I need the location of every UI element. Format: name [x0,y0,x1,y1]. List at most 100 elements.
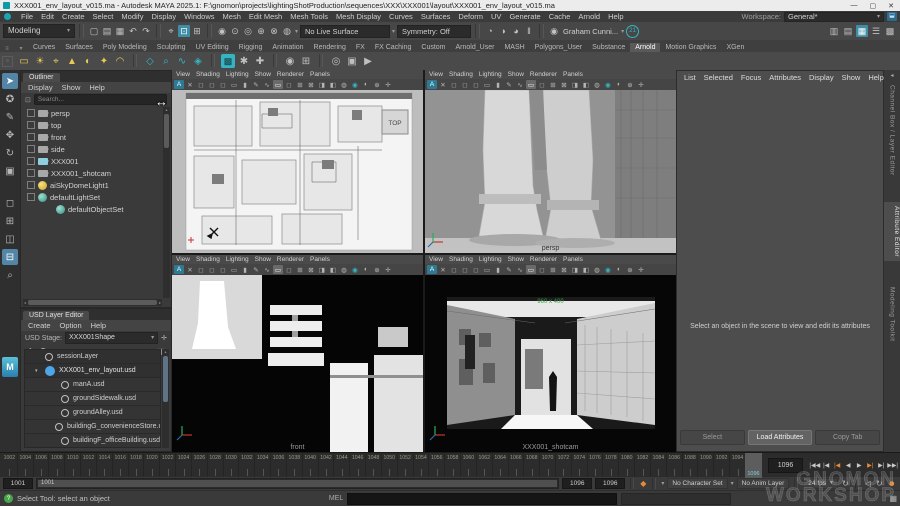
layer-state-icon[interactable] [45,366,55,376]
viewport-toolbar-icon[interactable]: ∿ [515,80,525,89]
zoom-tool-icon[interactable]: ⌕ [2,267,18,283]
shelf-tab[interactable]: XGen [721,43,749,52]
viewport-toolbar-icon[interactable]: ◐ [361,80,371,89]
viewport-toolbar-icon[interactable]: ▭ [229,265,239,274]
outliner-menu-item[interactable]: Help [89,83,104,92]
search-input[interactable]: Search... [34,94,167,105]
expand-caret-icon[interactable]: ▾ [35,368,41,374]
viewport-menu-item[interactable]: Renderer [277,256,304,263]
usd-layer-row[interactable]: buildingG_convenienceStore.usd [25,420,160,434]
viewport-menu-item[interactable]: Lighting [226,71,249,78]
menu-item[interactable]: Edit Mesh [245,12,286,21]
viewport-toolbar-icon[interactable]: ◍ [592,265,602,274]
render-icon[interactable]: ◔ [484,25,496,37]
viewport-toolbar-icon[interactable]: ◻ [207,265,217,274]
timeline-tick[interactable]: 1016 [113,453,129,478]
shelf-tool-icon[interactable]: ◠ [113,54,127,68]
viewport-menu-item[interactable]: View [176,256,190,263]
set-key-icon[interactable]: ◆ [639,479,647,488]
timeline-tick[interactable]: 1038 [287,453,303,478]
snap-icon[interactable]: ◎ [242,25,254,37]
shelf-tool-icon[interactable]: ☀ [33,54,47,68]
usd-menu-item[interactable]: Create [28,321,51,330]
shelf-tab[interactable]: Curves [28,43,60,52]
usd-layer-row[interactable]: groundSidewalk.usd [25,392,160,406]
timeline-tick[interactable]: 1076 [588,453,604,478]
viewport-toolbar-icon[interactable]: ◻ [207,80,217,89]
layout-shortcut-icon[interactable]: ◫ [2,231,18,247]
menu-item[interactable]: Help [604,12,627,21]
timeline-tick[interactable]: 1030 [224,453,240,478]
timeline-tick[interactable]: 1094 [730,453,746,478]
timeline-tick[interactable]: 1006 [34,453,50,478]
sidebar-vertical-tab[interactable]: Channel Box / Layer Editor [889,81,896,180]
viewport-toolbar-icon[interactable]: ▭ [526,80,536,89]
viewport-toolbar-icon[interactable]: ▭ [229,80,239,89]
viewport-toolbar-icon[interactable]: ◉ [603,80,613,89]
viewport-toolbar-icon[interactable]: ⊠ [559,265,569,274]
viewport-persp[interactable]: ViewShadingLightingShowRendererPanels A✕… [425,70,676,253]
sidebar-toggle-icon[interactable]: ▥ [828,25,840,37]
snap-icon[interactable]: ◉ [216,25,228,37]
menu-item[interactable]: Edit [37,12,58,21]
timeline-tick[interactable]: 1020 [144,453,160,478]
attribute-menu-item[interactable]: Attributes [769,73,801,82]
window-control-button[interactable]: — [851,2,858,10]
outliner-item[interactable]: XXX001_shotcam [23,167,162,179]
timeline-tick[interactable]: 1052 [398,453,414,478]
timeline-tick[interactable]: 1024 [176,453,192,478]
shelf-tool-icon[interactable] [273,54,277,67]
sidebar-toggle-icon[interactable]: ☰ [870,25,882,37]
layer-state-icon[interactable] [55,423,63,431]
menu-item[interactable]: Mesh Display [332,12,385,21]
usd-layer-row[interactable]: ▾ XXX001_env_layout.usd [25,364,160,378]
viewport-menu-item[interactable]: Lighting [226,256,249,263]
viewport-toolbar-icon[interactable]: ◻ [449,265,459,274]
menu-item[interactable]: File [17,12,37,21]
shelf-tool-icon[interactable]: ▭ [17,54,31,68]
layer-state-icon[interactable] [45,353,53,361]
viewport-toolbar-icon[interactable]: ◻ [537,80,547,89]
range-slider-track[interactable]: 1001 [36,478,559,489]
shelf-tab[interactable]: MASH [499,43,529,52]
range-slider-bar[interactable]: 1001 [38,480,557,487]
viewport-toolbar-icon[interactable]: ⊕ [372,265,382,274]
shelf-tool-icon[interactable] [319,54,323,67]
attribute-menu-item[interactable]: Focus [741,73,761,82]
viewport-toolbar-icon[interactable]: ◻ [196,80,206,89]
playback-button[interactable]: |◀◀ [809,459,820,472]
shelf-tab[interactable]: Surfaces [60,43,98,52]
outliner-item[interactable]: top [23,119,162,131]
file-operation-icon[interactable]: ↶ [127,25,139,37]
user-account-dropdown[interactable]: ◉ Graham Cunni... ▾ [548,25,624,37]
timeline-tick[interactable]: 1034 [255,453,271,478]
viewport-menu-item[interactable]: Lighting [479,71,502,78]
viewport-menu-item[interactable]: View [176,71,190,78]
layer-state-icon[interactable] [61,409,69,417]
shelf-tab[interactable]: FX Caching [370,43,417,52]
outliner-vertical-scrollbar[interactable]: ▴ [163,107,170,298]
outliner-tab[interactable]: Outliner [23,73,60,82]
viewport-toolbar-icon[interactable]: ∿ [515,265,525,274]
timeline-tick[interactable]: 1014 [97,453,113,478]
timeline-playhead[interactable]: 1096 [745,453,762,478]
timeline-tick[interactable]: 1054 [414,453,430,478]
command-line-language[interactable]: MEL [329,495,343,502]
viewport-menu-item[interactable]: Panels [563,71,583,78]
viewport-toolbar-icon[interactable]: ⊕ [625,80,635,89]
viewport-toolbar-icon[interactable]: ◉ [603,265,613,274]
viewport-menu-item[interactable]: Show [508,256,524,263]
viewport-toolbar-icon[interactable]: ▭ [273,80,283,89]
render-icon[interactable]: ◑ [497,25,509,37]
viewport-toolbar-icon[interactable]: ◻ [471,265,481,274]
viewport-toolbar-icon[interactable]: ▭ [273,265,283,274]
file-operation-icon[interactable]: ▢ [88,25,100,37]
anim-layer-dropdown[interactable]: No Anim Layer [737,478,790,489]
outliner-item[interactable]: persp [23,107,162,119]
viewport-toolbar-icon[interactable]: ◨ [570,80,580,89]
expand-toggle-icon[interactable] [27,193,35,201]
viewport-menu-item[interactable]: View [429,256,443,263]
viewport-toolbar-icon[interactable]: ⊠ [306,265,316,274]
viewport-toolbar-icon[interactable]: A [174,265,184,274]
shelf-tool-icon[interactable]: ◎ [329,54,343,68]
